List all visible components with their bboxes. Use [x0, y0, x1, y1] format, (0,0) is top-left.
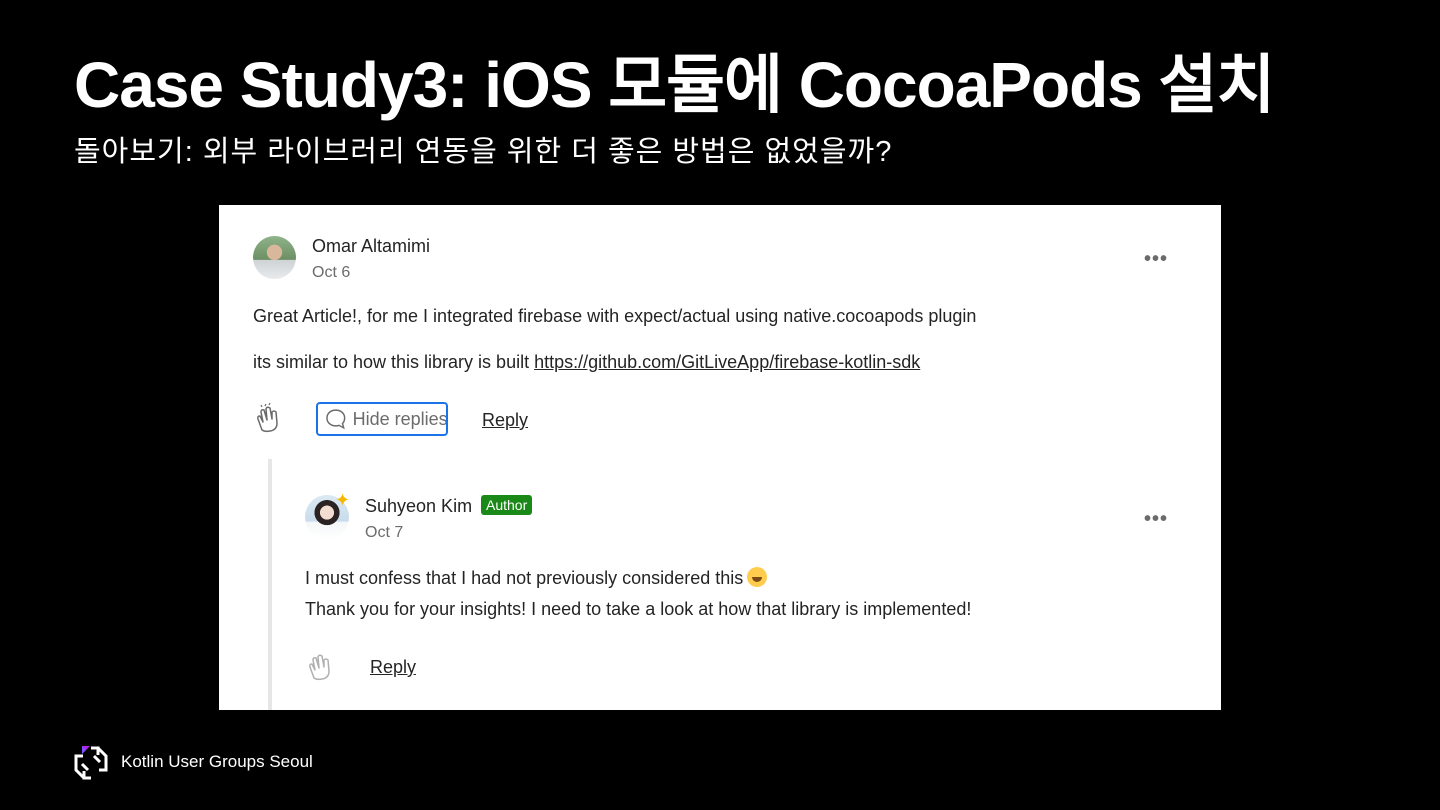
thread-line: [268, 459, 272, 710]
reply-text-line1: I must confess that I had not previously…: [305, 567, 768, 589]
clap-icon[interactable]: [305, 651, 337, 683]
reply-button[interactable]: Reply: [482, 410, 528, 431]
more-options-icon[interactable]: •••: [1144, 249, 1168, 269]
comment-text-prefix: its similar to how this library is built: [253, 352, 535, 372]
reply-author[interactable]: Suhyeon Kim: [365, 496, 472, 517]
comment-author[interactable]: Omar Altamimi: [312, 236, 430, 257]
comments-screenshot: Omar Altamimi Oct 6 ••• Great Article!, …: [219, 205, 1221, 710]
laughing-emoji-icon: [747, 567, 768, 587]
clap-icon[interactable]: [253, 403, 285, 435]
kotlin-user-groups-logo-icon: [74, 746, 108, 780]
slide-title: Case Study3: iOS 모듈에 CocoaPods 설치: [74, 49, 1275, 121]
hide-replies-label: Hide replies: [352, 408, 446, 429]
footer-org-name: Kotlin User Groups Seoul: [121, 752, 313, 771]
more-options-icon[interactable]: •••: [1144, 509, 1168, 529]
comment-date: Oct 6: [312, 264, 351, 281]
reply-date: Oct 7: [365, 524, 404, 541]
avatar[interactable]: [253, 236, 296, 279]
speech-bubble-icon: [326, 409, 346, 430]
github-link[interactable]: https://github.com/GitLiveApp/firebase-k…: [534, 352, 920, 372]
sparkle-icon: ✦: [335, 490, 351, 510]
reply-text-line1-text: I must confess that I had not previously…: [305, 568, 744, 588]
hide-replies-button[interactable]: Hide replies: [316, 402, 448, 436]
slide-subtitle: 돌아보기: 외부 라이브러리 연동을 위한 더 좋은 방법은 없었을까?: [74, 136, 893, 168]
reply-text-line2: Thank you for your insights! I need to t…: [305, 599, 972, 619]
comment-text-line1: Great Article!, for me I integrated fire…: [253, 306, 977, 326]
comment-text-line2: its similar to how this library is built…: [253, 352, 920, 373]
reply-button[interactable]: Reply: [370, 657, 416, 678]
author-badge: Author: [481, 495, 533, 515]
